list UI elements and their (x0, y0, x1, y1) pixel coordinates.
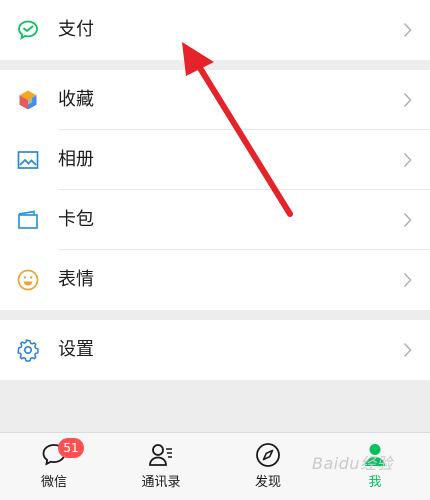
compass-icon (256, 443, 280, 467)
menu-item-label: 卡包 (58, 209, 94, 230)
menu-item-favorites[interactable]: 收藏 (0, 70, 430, 130)
menu-item-stickers[interactable]: 表情 (0, 250, 430, 310)
tab-wechat[interactable]: 51 微信 (0, 433, 108, 500)
tab-label: 通讯录 (141, 475, 181, 490)
tab-contacts[interactable]: 通讯录 (107, 433, 215, 500)
chevron-right-icon (403, 92, 412, 108)
chevron-right-icon (403, 212, 412, 228)
unread-badge: 51 (58, 438, 84, 458)
chevron-right-icon (403, 152, 412, 168)
menu-item-label: 相册 (58, 149, 94, 170)
chevron-right-icon (403, 272, 412, 288)
wechat-pay-icon (18, 20, 38, 40)
menu-item-album[interactable]: 相册 (0, 130, 430, 190)
menu-item-label: 支付 (58, 19, 94, 40)
card-wallet-icon (18, 210, 38, 229)
pay-section: 支付 (0, 0, 430, 60)
menu-item-pay[interactable]: 支付 (0, 0, 430, 60)
menu-item-label: 设置 (58, 339, 94, 360)
sticker-smiley-icon (17, 269, 39, 291)
features-section: 收藏 相册 卡包 表情 (0, 70, 430, 310)
menu-item-label: 表情 (58, 269, 94, 290)
menu-item-settings[interactable]: 设置 (0, 320, 430, 380)
tab-label: 微信 (40, 475, 67, 490)
chevron-right-icon (403, 22, 412, 38)
watermark-logo: Baidu经验 (312, 454, 394, 473)
menu-item-cards[interactable]: 卡包 (0, 190, 430, 250)
chevron-right-icon (403, 342, 412, 358)
album-image-icon (17, 151, 39, 169)
favorites-cube-icon (19, 90, 37, 110)
gear-icon (17, 339, 39, 362)
contacts-icon (149, 444, 172, 466)
settings-section: 设置 (0, 320, 430, 380)
menu-item-label: 收藏 (58, 89, 94, 110)
tab-label: 发现 (254, 475, 281, 490)
tab-discover[interactable]: 发现 (214, 433, 322, 500)
